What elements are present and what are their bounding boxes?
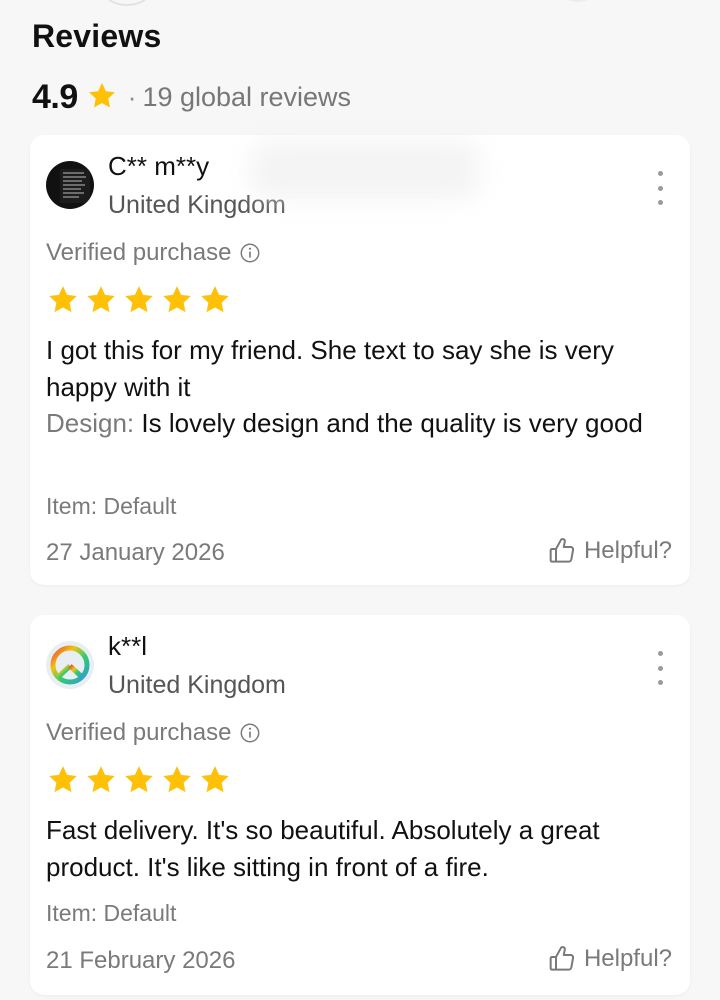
item-variant: Item: Default	[46, 493, 177, 519]
separator: ·	[127, 81, 137, 112]
reviewer-name: C** m**y	[108, 151, 210, 181]
star-icon	[201, 286, 229, 313]
star-icon	[88, 82, 115, 108]
design-label: Design:	[46, 408, 135, 438]
verified-purchase: Verified purchase	[46, 239, 261, 267]
reviewer-avatar	[46, 161, 94, 209]
verified-purchase: Verified purchase	[46, 719, 261, 747]
star-icon	[201, 766, 229, 793]
review-card: C** m**y United Kingdom Verified purchas…	[30, 135, 690, 585]
star-icon	[87, 286, 115, 313]
more-options-icon[interactable]	[648, 651, 672, 685]
verified-label: Verified purchase	[46, 719, 232, 746]
design-text: Is lovely design and the quality is very…	[134, 408, 643, 438]
reviews-page: Reviews 4.9 · 19 global reviews C** m**y…	[0, 0, 720, 1000]
review-body: I got this for my friend. She text to sa…	[46, 335, 614, 402]
star-icon	[163, 286, 191, 313]
review-text: Fast delivery. It's so beautiful. Absolu…	[46, 815, 600, 882]
top-partial-element	[560, 0, 596, 2]
review-date: 27 January 2026	[46, 539, 225, 566]
item-variant: Item: Default	[46, 900, 177, 926]
text-poster-avatar-icon	[46, 161, 94, 209]
star-rating	[46, 763, 232, 797]
helpful-button[interactable]: Helpful?	[546, 535, 672, 567]
reviewer-name: k**l	[108, 631, 148, 661]
star-icon	[49, 286, 77, 313]
star-icon	[125, 286, 153, 313]
review-date: 21 February 2026	[46, 947, 236, 974]
helpful-label: Helpful?	[583, 945, 672, 972]
review-card: k**l United Kingdom Verified purchase Fa…	[30, 615, 690, 995]
star-icon	[49, 766, 77, 793]
star-rating	[46, 283, 232, 317]
thumbs-up-icon	[549, 946, 575, 971]
thumbs-up-icon	[549, 538, 575, 563]
average-rating: 4.9	[32, 77, 78, 116]
star-icon	[163, 766, 191, 793]
section-title: Reviews	[32, 18, 162, 54]
verified-label: Verified purchase	[46, 239, 232, 266]
redaction-blur	[250, 140, 480, 200]
top-partial-element	[104, 0, 150, 6]
info-icon[interactable]	[239, 722, 261, 744]
rating-summary: 4.9 · 19 global reviews	[32, 76, 351, 118]
star-icon	[125, 766, 153, 793]
helpful-label: Helpful?	[583, 537, 672, 564]
star-icon	[87, 766, 115, 793]
more-options-icon[interactable]	[648, 171, 672, 205]
review-design: Design: Is lovely design and the quality…	[46, 405, 676, 442]
info-icon[interactable]	[239, 242, 261, 264]
review-text: I got this for my friend. She text to sa…	[46, 332, 676, 442]
reviewer-country: United Kingdom	[108, 671, 286, 699]
helpful-button[interactable]: Helpful?	[546, 943, 672, 975]
peace-sign-avatar-icon	[46, 641, 94, 689]
review-count-link[interactable]: 19 global reviews	[142, 82, 351, 113]
reviewer-avatar	[46, 641, 94, 689]
